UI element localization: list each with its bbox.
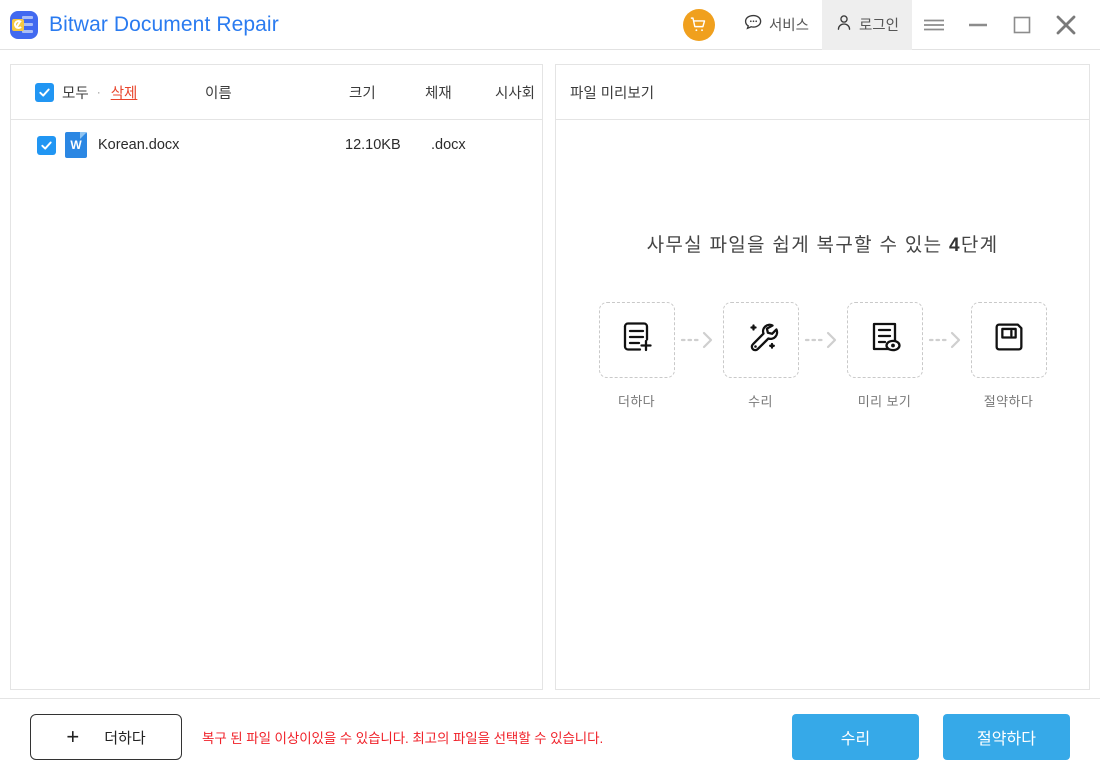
step-save-label: 절약하다 [983,393,1034,409]
steps-title-number: 4 [948,234,961,256]
delete-link[interactable]: 삭제 [111,82,138,103]
app-logo-icon [10,10,38,39]
steps-title-prefix: 사무실 파일을 쉽게 복구할 수 있는 [646,234,949,256]
logo-wrap [10,10,38,39]
step-save: 절약하다 [970,301,1047,410]
file-list-header: 모두 · 삭제 이름 크기 체재 시사회 [11,65,542,120]
main-content: 모두 · 삭제 이름 크기 체재 시사회 W Korean.docx 12.10… [0,50,1100,690]
title-bar-right-group: 서비스 로그인 [682,0,1100,50]
plus-icon: + [66,724,80,749]
step-add: 더하다 [598,301,675,410]
hamburger-menu-icon[interactable] [912,0,956,50]
floppy-disk-save-icon [990,318,1028,361]
repair-button[interactable]: 수리 [792,714,919,760]
file-name: Korean.docx [98,137,180,153]
table-row[interactable]: W Korean.docx 12.10KB .docx [11,120,542,170]
steps-row: 더하다 수리 미리 보기 절약하다 [598,301,1047,410]
login-button[interactable]: 로그인 [821,0,912,50]
step-repair: 수리 [722,301,799,410]
speech-bubble-icon [744,13,763,36]
maximize-icon[interactable] [1000,0,1044,50]
save-button[interactable]: 절약하다 [943,714,1070,760]
dotted-chevron-right-icon-2 [799,302,847,378]
step-add-box [598,301,675,378]
window-controls [912,0,1100,50]
minimize-icon[interactable] [956,0,1000,50]
app-title: Bitwar Document Repair [49,12,279,36]
step-save-box [970,301,1047,378]
column-header-name: 이름 [205,85,232,102]
select-all-checkbox[interactable] [35,82,54,102]
label-separator: · [96,85,101,99]
service-label: 서비스 [768,18,809,34]
step-repair-label: 수리 [748,393,773,409]
step-preview-label: 미리 보기 [857,393,912,409]
dotted-chevron-right-icon-3 [923,302,971,378]
select-all-label: 모두 [62,85,89,102]
footer-bar: + 더하다 복구 된 파일 이상이있을 수 있습니다. 최고의 파일을 선택할 … [0,698,1100,775]
step-preview: 미리 보기 [846,301,923,410]
wrench-repair-icon [741,317,781,362]
user-person-icon [835,13,853,36]
steps-title: 사무실 파일을 쉽게 복구할 수 있는 4단계 [647,230,999,257]
word-docx-icon: W [65,132,87,158]
step-add-label: 더하다 [617,393,656,409]
footer-actions: 수리 절약하다 [792,714,1070,760]
file-list-body: W Korean.docx 12.10KB .docx [11,120,542,689]
file-list-panel: 모두 · 삭제 이름 크기 체재 시사회 W Korean.docx 12.10… [10,64,543,690]
hint-message: 복구 된 파일 이상이있을 수 있습니다. 최고의 파일을 선택할 수 있습니다… [202,731,604,746]
column-header-preview: 시사회 [495,85,536,102]
add-file-label: 더하다 [104,729,146,747]
document-add-icon [617,317,657,362]
service-button[interactable]: 서비스 [731,0,822,50]
preview-panel-header: 파일 미리보기 [556,65,1089,120]
title-bar: Bitwar Document Repair 서비스 로그인 [0,0,1100,50]
dotted-chevron-right-icon [675,302,723,378]
row-checkbox[interactable] [37,135,56,155]
bitwar-document-repair-window: Bitwar Document Repair 서비스 로그인 모두 · 삭제 이… [0,0,1100,775]
shopping-cart-icon[interactable] [682,8,715,41]
document-eye-preview-icon [865,317,905,362]
file-size: 12.10KB [345,137,401,153]
file-format: .docx [431,137,466,153]
steps-title-suffix: 단계 [960,234,999,256]
column-header-size: 크기 [349,85,376,102]
step-preview-box [846,301,923,378]
login-label: 로그인 [858,18,899,34]
preview-header-label: 파일 미리보기 [570,85,655,102]
close-x-icon[interactable] [1044,0,1088,50]
step-repair-box [722,301,799,378]
file-preview-panel: 파일 미리보기 사무실 파일을 쉽게 복구할 수 있는 4단계 더하다 수리 미… [555,64,1090,690]
preview-panel-body: 사무실 파일을 쉽게 복구할 수 있는 4단계 더하다 수리 미리 보기 절약하… [556,120,1089,689]
column-header-format: 체재 [425,85,452,102]
word-docx-icon-letter: W [70,138,82,152]
add-file-button[interactable]: + 더하다 [30,714,182,760]
select-all-group[interactable]: 모두 · 삭제 [35,82,137,103]
file-row-left: W Korean.docx [37,132,179,158]
